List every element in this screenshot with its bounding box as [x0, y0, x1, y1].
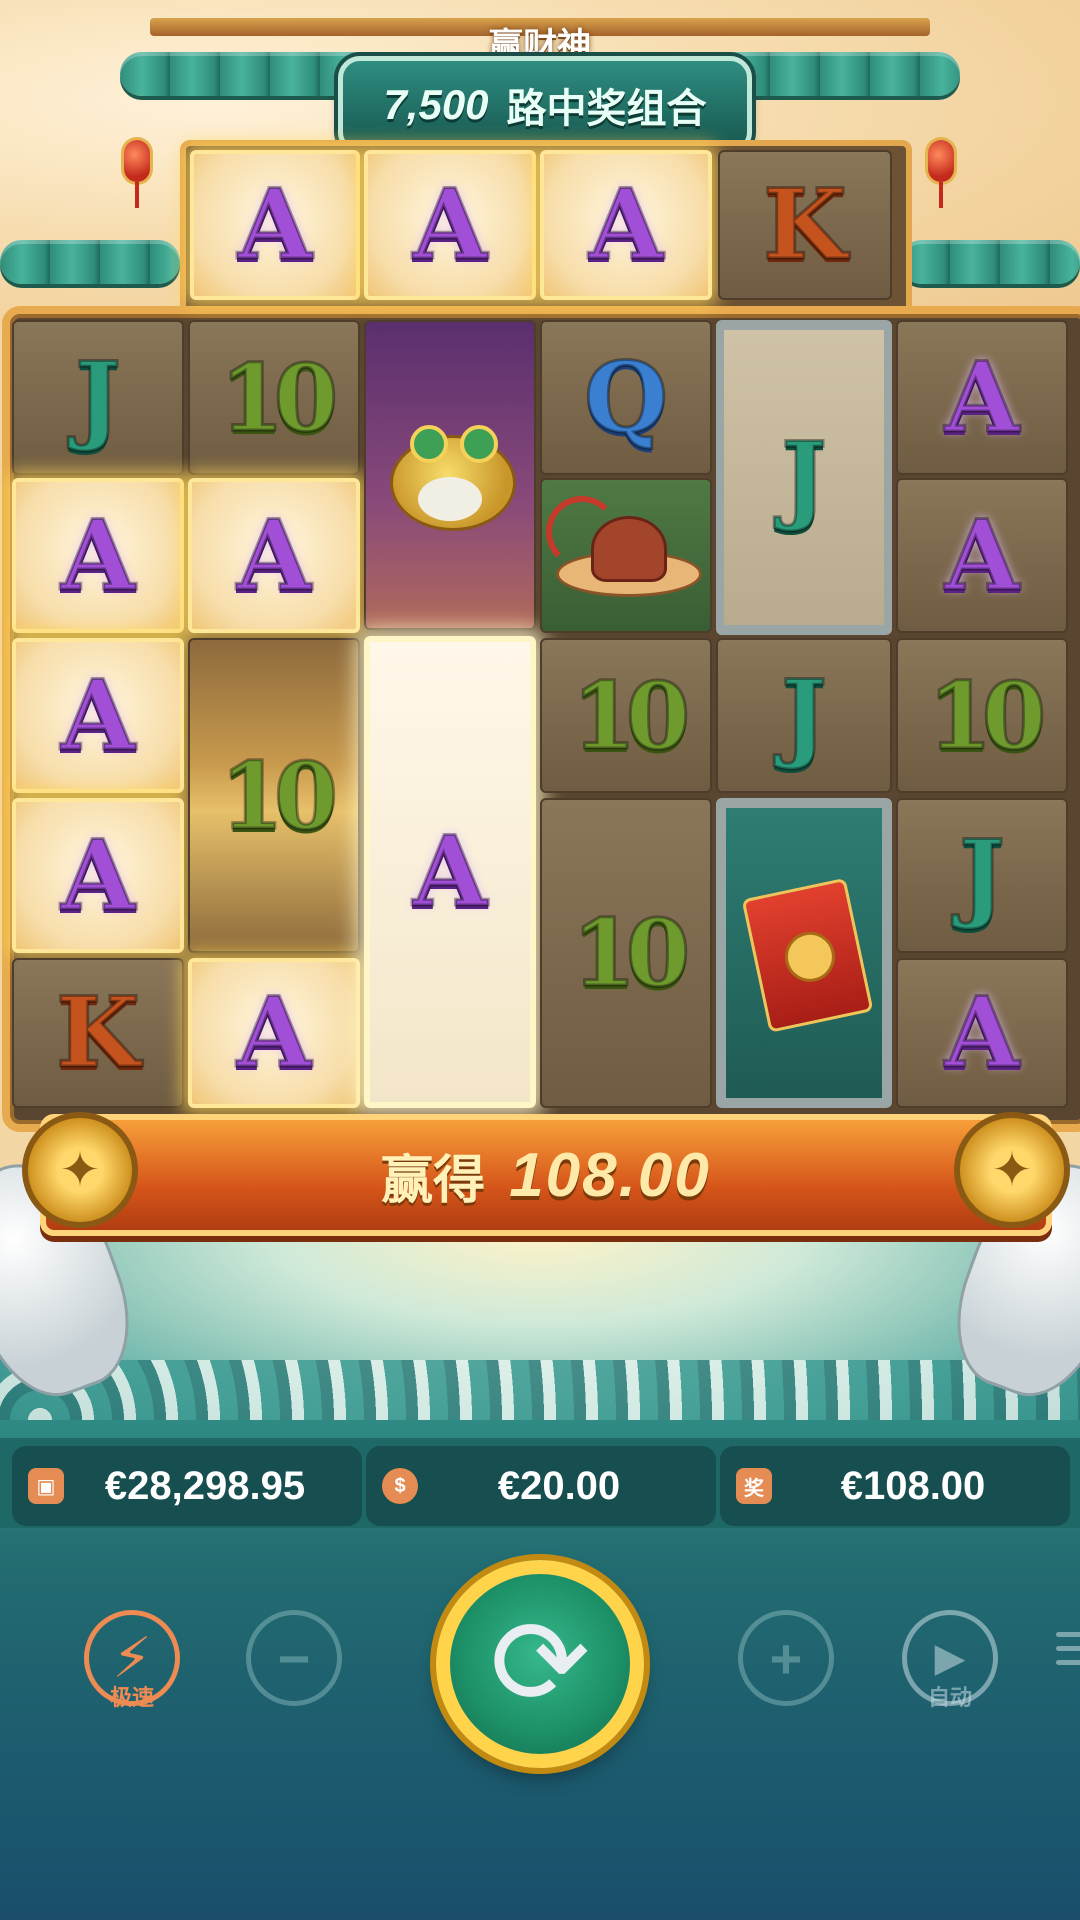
win-value: €108.00 [840, 1463, 986, 1508]
balance-value: €28,298.95 [104, 1463, 306, 1508]
symbol-a: A [411, 815, 489, 928]
autoplay-label: 自动 [927, 1685, 972, 1710]
reel-cell: K [718, 150, 892, 300]
lantern-right-icon [928, 140, 954, 208]
coin-stack-icon: $ [382, 1468, 418, 1504]
reel-cell: A [12, 638, 184, 793]
symbol-a: A [59, 658, 137, 772]
symbol-k: K [762, 168, 848, 281]
reel-cell: A [896, 958, 1068, 1108]
reel-cell: 10 [540, 638, 712, 793]
spin-button[interactable]: ⟳ [436, 1560, 644, 1768]
bet-value: €20.00 [497, 1463, 621, 1508]
red-envelope-icon [730, 867, 879, 1039]
reel-cell-scroll: J [716, 320, 892, 635]
turbo-label: 极速 [109, 1685, 154, 1710]
reel-cell-wild-scroll: A [364, 636, 536, 1108]
symbol-a: A [587, 168, 665, 281]
symbol-a: A [59, 498, 137, 612]
bet-display: $ €20.00 [366, 1446, 716, 1526]
hat-icon [546, 495, 702, 616]
reel-cell: J [896, 798, 1068, 953]
reel-cell: A [896, 320, 1068, 475]
roof-right-tiles [900, 240, 1080, 284]
reel-cell-tall: 10 [540, 798, 712, 1108]
reel-cell: A [896, 478, 1068, 633]
symbol-10: 10 [218, 343, 339, 452]
reel-cell: A [540, 150, 712, 300]
win-label: 赢得 [381, 1151, 486, 1210]
symbol-10: 10 [926, 661, 1047, 770]
minus-icon: − [277, 1626, 311, 1690]
symbol-q: Q [583, 340, 670, 454]
plus-icon: + [769, 1626, 803, 1690]
decrease-bet-button[interactable]: − [246, 1610, 342, 1706]
symbol-a: A [235, 976, 313, 1089]
win-bar: 赢得 108.00 [40, 1114, 1052, 1236]
reel-cell: A [188, 478, 360, 633]
gold-coin-right-icon: ✦ [954, 1112, 1070, 1228]
reel-cell: J [716, 638, 892, 793]
ways-number: 7,500 [383, 81, 489, 128]
symbol-a: A [943, 498, 1021, 612]
symbol-10: 10 [570, 661, 691, 770]
wallet-icon: ▣ [28, 1468, 64, 1504]
reel-cell: 10 [188, 320, 360, 475]
reel-cell: K [12, 958, 184, 1108]
play-icon: ▶ [934, 1636, 966, 1680]
symbol-k: K [55, 976, 141, 1089]
gold-coin-left-icon: ✦ [22, 1112, 138, 1228]
menu-icon[interactable] [1056, 1632, 1080, 1674]
reel-cell: J [12, 320, 184, 475]
symbol-a: A [59, 818, 137, 932]
reel-cell: A [12, 478, 184, 633]
symbol-a: A [411, 168, 489, 281]
reel-cell [540, 478, 712, 633]
balance-display: ▣ €28,298.95 [12, 1446, 362, 1526]
symbol-a: A [235, 498, 313, 612]
golden-toad-icon [380, 415, 520, 535]
roof-left-tiles [0, 240, 180, 284]
spin-arrows-icon: ⟳ [489, 1594, 591, 1733]
reel-cell: A [190, 150, 360, 300]
reel-cell-tall [364, 320, 536, 630]
symbol-a: A [943, 340, 1021, 454]
reel-cell: Q [540, 320, 712, 475]
reel-cell: A [12, 798, 184, 953]
symbol-10: 10 [218, 741, 339, 850]
symbol-j: J [74, 340, 122, 454]
sea-waves [0, 1360, 1080, 1420]
increase-bet-button[interactable]: + [738, 1610, 834, 1706]
symbol-10: 10 [570, 899, 691, 1007]
reel-cell-scroll [716, 798, 892, 1108]
reel-cell-tall: 10 [188, 638, 360, 953]
symbol-a: A [943, 976, 1021, 1089]
symbol-j: J [958, 818, 1006, 932]
win-display: 奖 €108.00 [720, 1446, 1070, 1526]
reel-cell: A [364, 150, 536, 300]
symbol-a: A [236, 168, 314, 281]
win-amount: 108.00 [509, 1140, 711, 1210]
symbol-j: J [780, 420, 828, 534]
symbol-j: J [780, 658, 828, 772]
prize-icon: 奖 [736, 1468, 772, 1504]
ways-text: 路中奖组合 [506, 87, 707, 131]
reel-cell: 10 [896, 638, 1068, 793]
lantern-left-icon [124, 140, 150, 208]
reel-cell: A [188, 958, 360, 1108]
